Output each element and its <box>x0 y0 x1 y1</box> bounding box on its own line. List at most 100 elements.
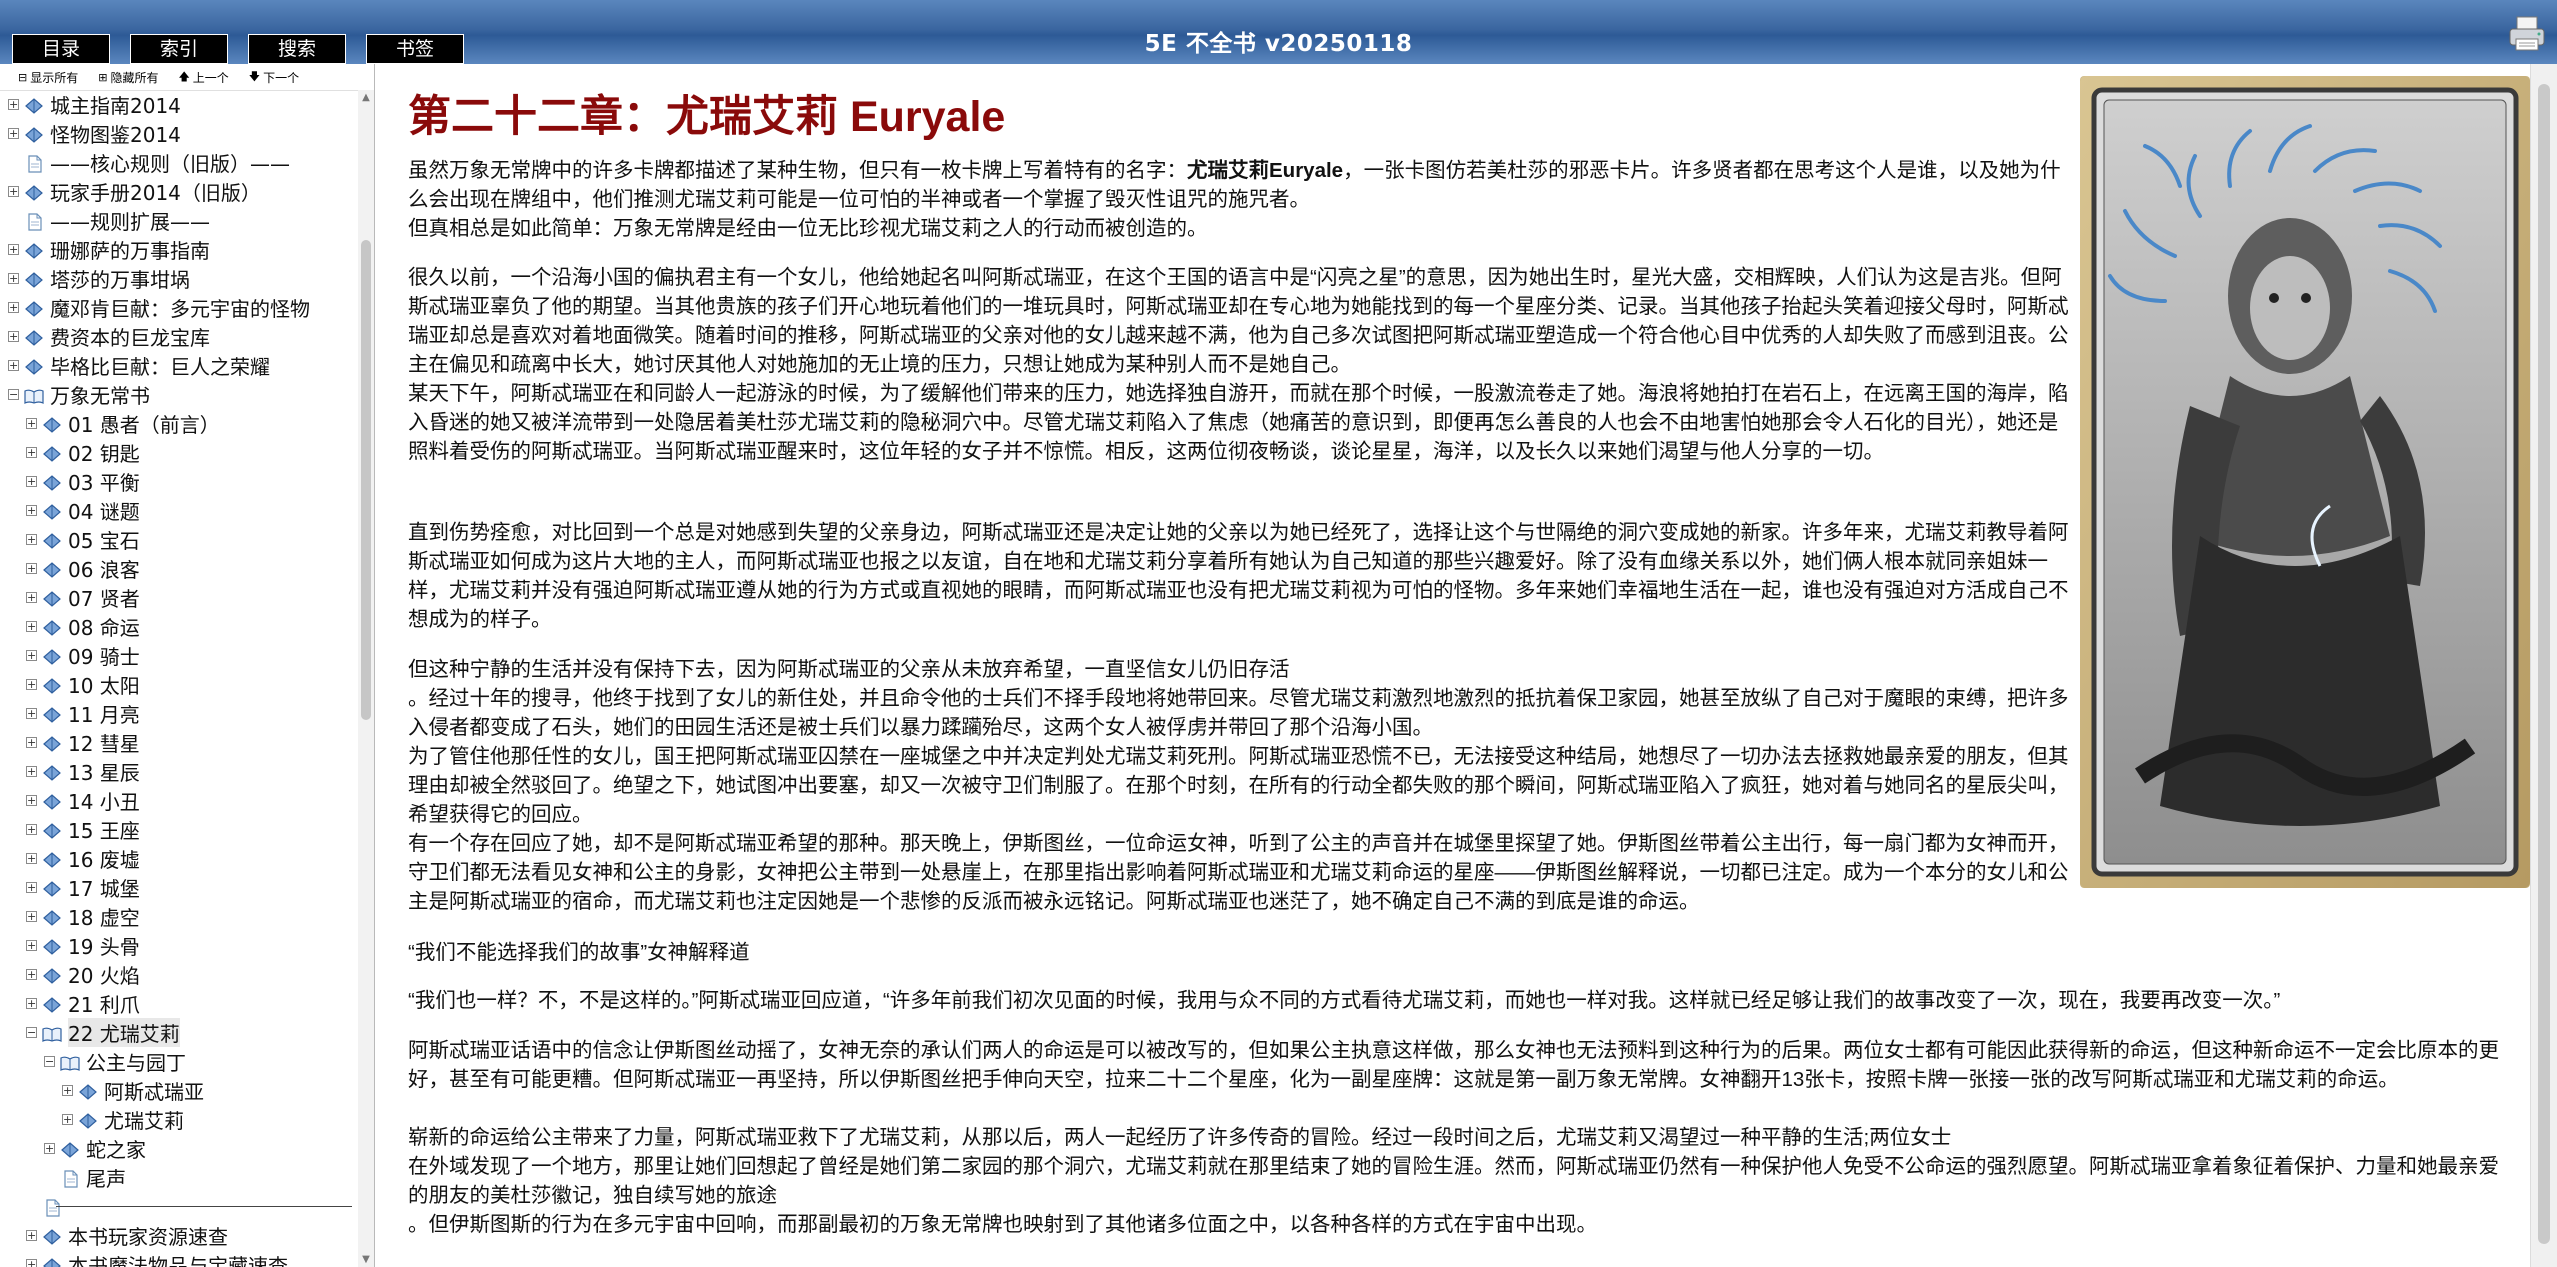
expand-icon[interactable]: + <box>26 737 37 748</box>
expand-icon[interactable]: + <box>26 592 37 603</box>
expand-icon[interactable]: + <box>26 1259 37 1267</box>
tree-node[interactable]: − 22 尤瑞艾莉 <box>0 1018 356 1047</box>
tree-node[interactable]: +19 头骨 <box>0 931 356 960</box>
expand-icon[interactable]: + <box>26 650 37 661</box>
tree-node[interactable]: +08 命运 <box>0 612 356 641</box>
tree-node-label: ——规则扩展—— <box>50 210 210 234</box>
tree-node-label: 20 火焰 <box>68 964 140 988</box>
tree-node[interactable]: + 费资本的巨龙宝库 <box>0 322 356 351</box>
tree-node[interactable]: + 阿斯忒瑞亚 <box>0 1076 356 1105</box>
tree-node[interactable]: +05 宝石 <box>0 525 356 554</box>
book-icon <box>42 444 62 462</box>
tree-node[interactable]: +11 月亮 <box>0 699 356 728</box>
expand-icon[interactable]: + <box>8 244 19 255</box>
tree-node[interactable]: +02 钥匙 <box>0 438 356 467</box>
tree-node[interactable]: 尾声 <box>0 1163 356 1192</box>
expand-icon[interactable]: + <box>8 273 19 284</box>
expand-icon[interactable]: + <box>8 331 19 342</box>
expand-icon[interactable]: + <box>26 679 37 690</box>
printer-icon[interactable] <box>2507 14 2547 54</box>
tree-node[interactable]: +14 小丑 <box>0 786 356 815</box>
tree-node[interactable]: +12 彗星 <box>0 728 356 757</box>
tree-node[interactable]: ——核心规则（旧版）—— <box>0 148 356 177</box>
expand-icon[interactable]: + <box>26 621 37 632</box>
tree-node[interactable]: +10 太阳 <box>0 670 356 699</box>
expand-icon[interactable]: + <box>44 1143 55 1154</box>
expand-icon[interactable]: + <box>26 998 37 1009</box>
expand-icon[interactable]: + <box>26 1230 37 1241</box>
expand-icon[interactable]: + <box>26 795 37 806</box>
tree-node[interactable]: − 万象无常书 <box>0 380 356 409</box>
tree-node[interactable]: + 怪物图鉴2014 <box>0 119 356 148</box>
tree-node[interactable]: +01 愚者（前言） <box>0 409 356 438</box>
tree-node[interactable]: − 公主与园丁 <box>0 1047 356 1076</box>
expand-icon[interactable]: + <box>62 1085 73 1096</box>
collapse-icon[interactable]: − <box>44 1056 55 1067</box>
expand-icon[interactable]: + <box>26 911 37 922</box>
expand-icon[interactable]: + <box>8 99 19 110</box>
tab-contents[interactable]: 目录 <box>12 34 110 64</box>
hide-all-button[interactable]: ⊞ 隐藏所有 <box>98 69 158 86</box>
tree-node[interactable]: +03 平衡 <box>0 467 356 496</box>
tab-index[interactable]: 索引 <box>130 34 228 64</box>
tree-node-label: 阿斯忒瑞亚 <box>104 1080 204 1104</box>
expand-icon[interactable]: + <box>26 418 37 429</box>
tree-node[interactable]: +15 王座 <box>0 815 356 844</box>
tree-node[interactable]: +21 利爪 <box>0 989 356 1018</box>
expand-icon[interactable]: + <box>26 708 37 719</box>
prev-button[interactable]: 🡅 上一个 <box>178 68 228 87</box>
collapse-icon[interactable]: − <box>8 389 19 400</box>
tree-node[interactable]: +17 城堡 <box>0 873 356 902</box>
tree-node[interactable]: + 本书魔法物品与宝藏速查 <box>0 1250 356 1267</box>
tree-node[interactable]: + 珊娜萨的万事指南 <box>0 235 356 264</box>
book-icon <box>42 821 62 839</box>
document-icon <box>28 212 42 231</box>
tree-node[interactable]: + 魔邓肯巨献：多元宇宙的怪物 <box>0 293 356 322</box>
book-icon <box>42 618 62 636</box>
scroll-down-icon[interactable]: ▼ <box>358 1254 374 1265</box>
tree-node[interactable]: +16 废墟 <box>0 844 356 873</box>
tree-node[interactable]: + 本书玩家资源速查 <box>0 1221 356 1250</box>
tree-node[interactable]: + 尤瑞艾莉 <box>0 1105 356 1134</box>
tab-search[interactable]: 搜索 <box>248 34 346 64</box>
scroll-up-icon[interactable]: ▲ <box>358 92 374 103</box>
expand-icon[interactable]: + <box>26 940 37 951</box>
expand-icon[interactable]: + <box>26 476 37 487</box>
expand-icon[interactable]: + <box>62 1114 73 1125</box>
tree-node[interactable]: +20 火焰 <box>0 960 356 989</box>
tree-node[interactable]: +04 谜题 <box>0 496 356 525</box>
tree-node[interactable]: +13 星辰 <box>0 757 356 786</box>
expand-icon[interactable]: + <box>26 447 37 458</box>
expand-icon[interactable]: + <box>26 824 37 835</box>
expand-icon[interactable]: + <box>26 969 37 980</box>
tree-node[interactable]: + 玩家手册2014（旧版） <box>0 177 356 206</box>
expand-icon[interactable]: + <box>26 505 37 516</box>
expand-icon[interactable]: + <box>26 882 37 893</box>
show-all-button[interactable]: ⊟ 显示所有 <box>18 69 78 86</box>
expand-icon[interactable]: + <box>26 534 37 545</box>
tree-node[interactable]: + 城主指南2014 <box>0 90 356 119</box>
tab-bookmarks[interactable]: 书签 <box>366 34 464 64</box>
next-button[interactable]: 🡇 下一个 <box>249 68 299 87</box>
expand-icon[interactable]: + <box>8 186 19 197</box>
content-scrollbar[interactable] <box>2530 64 2557 1267</box>
tree-node[interactable]: + 毕格比巨献：巨人之荣耀 <box>0 351 356 380</box>
tree-node[interactable]: +09 骑士 <box>0 641 356 670</box>
sidebar-scroll-thumb[interactable] <box>361 240 371 720</box>
expand-icon[interactable]: + <box>26 766 37 777</box>
tree-node[interactable]: + 塔莎的万事坩埚 <box>0 264 356 293</box>
expand-icon[interactable]: + <box>26 563 37 574</box>
expand-icon[interactable]: + <box>26 853 37 864</box>
sidebar-scrollbar[interactable]: ▲ ▼ <box>358 90 374 1267</box>
tree-node[interactable]: ——规则扩展—— <box>0 206 356 235</box>
expand-icon[interactable]: + <box>8 360 19 371</box>
tree-node[interactable]: + 蛇之家 <box>0 1134 356 1163</box>
tree-node[interactable]: +18 虚空 <box>0 902 356 931</box>
collapse-icon[interactable]: − <box>26 1027 37 1038</box>
tree-node[interactable]: +06 浪客 <box>0 554 356 583</box>
expand-icon[interactable]: + <box>8 302 19 313</box>
expand-icon[interactable]: + <box>8 128 19 139</box>
content-scroll-thumb[interactable] <box>2538 84 2550 1244</box>
tree-node[interactable]: +07 贤者 <box>0 583 356 612</box>
book-icon <box>42 995 62 1013</box>
